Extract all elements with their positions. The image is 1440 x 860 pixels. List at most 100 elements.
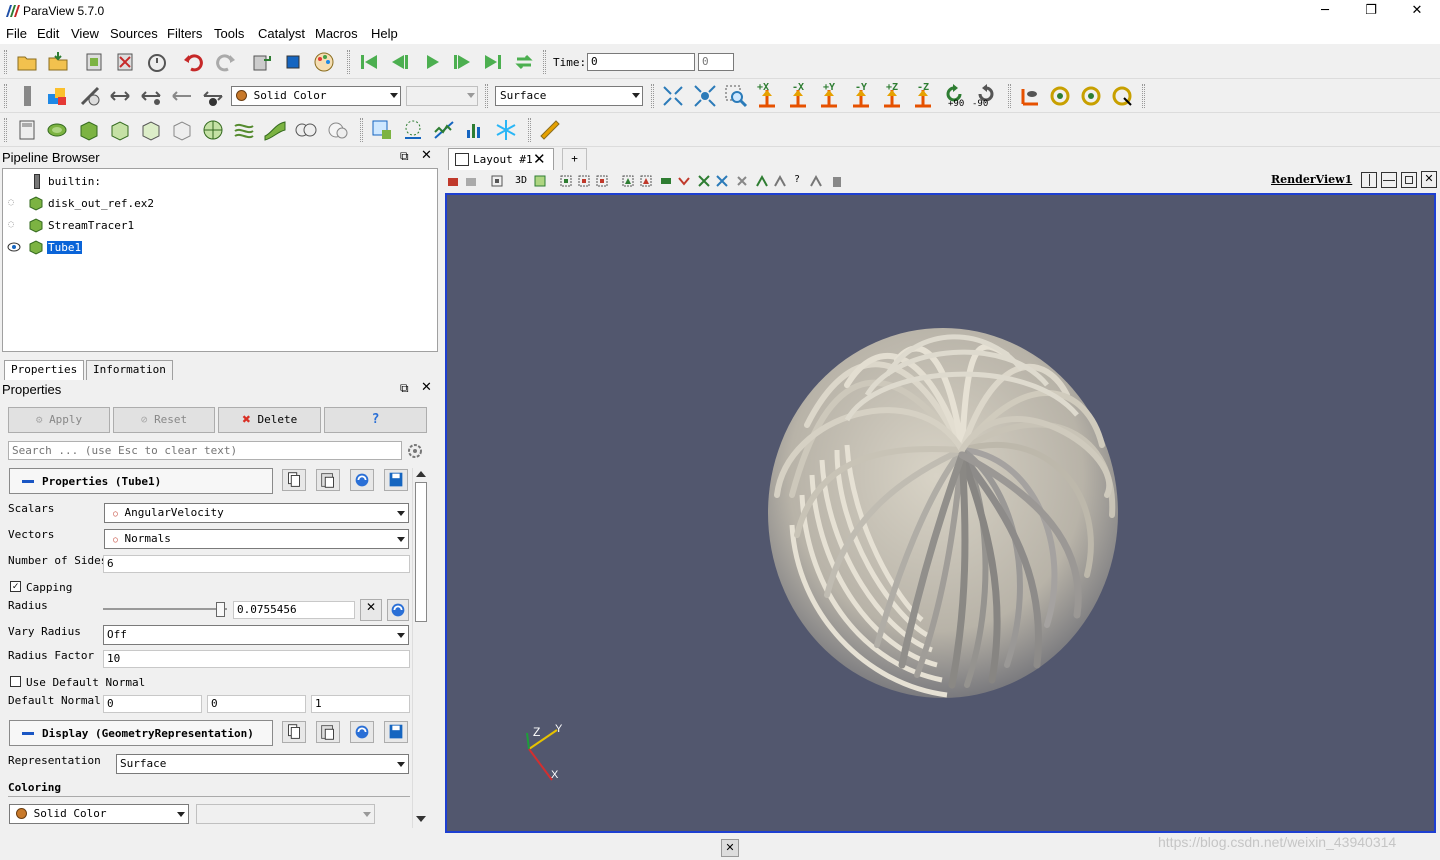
close-tab-icon[interactable]: ✕ [533, 150, 546, 168]
ice-filter-icon[interactable] [494, 118, 518, 142]
radius-scale-button[interactable]: ✕ [360, 599, 382, 621]
toolbar-grip[interactable] [1008, 84, 1011, 108]
toggle-color-legend-icon[interactable] [16, 84, 40, 108]
tab-properties[interactable]: Properties [4, 360, 85, 380]
radius-input[interactable]: 0.0755456 [233, 601, 355, 619]
paste-display-button[interactable] [316, 721, 340, 743]
grow-selection-icon[interactable] [697, 174, 711, 188]
play-icon[interactable] [420, 50, 444, 74]
scroll-down-icon[interactable] [416, 816, 426, 822]
toolbar-grip[interactable] [347, 50, 350, 74]
close-view-icon[interactable]: ✕ [1421, 171, 1437, 188]
capping-checkbox[interactable]: ✓ [10, 581, 21, 592]
add-layout-tab-button[interactable]: + [562, 148, 587, 170]
menu-file[interactable]: File [6, 26, 27, 41]
number-of-sides-input[interactable]: 6 [103, 555, 410, 573]
vectors-dropdown[interactable]: ○ Normals [104, 529, 409, 549]
coloring-dropdown[interactable]: Solid Color [231, 86, 401, 106]
display-section-header[interactable]: Display (GeometryRepresentation) [9, 720, 273, 746]
copy-properties-button[interactable] [282, 469, 306, 491]
use-default-normal-checkbox[interactable] [10, 676, 21, 687]
default-normal-z-input[interactable]: 1 [311, 695, 410, 713]
render-view-3d[interactable]: Z Y X [445, 193, 1436, 833]
reload-display-button[interactable] [350, 721, 374, 743]
undock-icon[interactable]: ⧉ [400, 381, 409, 396]
properties-search-input[interactable] [8, 441, 402, 460]
zoom-to-box-icon[interactable] [724, 84, 748, 108]
loop-icon[interactable] [512, 50, 536, 74]
radius-slider-handle[interactable] [216, 602, 225, 617]
group-datasets-icon[interactable] [294, 118, 318, 142]
save-defaults-button[interactable] [384, 469, 408, 491]
center-axes-visibility-icon[interactable] [1048, 84, 1072, 108]
color-palette-icon[interactable] [312, 50, 336, 74]
pipeline-item-streamtracer1[interactable]: ◌ StreamTracer1 [3, 216, 433, 236]
coloring-component-dropdown[interactable] [196, 804, 375, 824]
disconnect-server-icon[interactable] [113, 50, 137, 74]
toolbar-grip[interactable] [4, 84, 7, 108]
set-view-direction-plus-z-icon[interactable] [880, 88, 904, 108]
histogram-icon[interactable] [463, 118, 487, 142]
warp-by-vector-icon[interactable] [263, 118, 287, 142]
reload-defaults-button[interactable] [350, 469, 374, 491]
stream-tracer-icon[interactable] [232, 118, 256, 142]
toolbar-grip[interactable] [4, 118, 7, 142]
reset-camera-icon[interactable] [661, 84, 685, 108]
toggle-3d-button[interactable]: 3D [515, 175, 527, 186]
toolbar-grip[interactable] [528, 118, 531, 142]
toolbar-grip[interactable] [4, 50, 7, 74]
view-reset-icon[interactable] [490, 174, 504, 188]
select-blocks-icon[interactable] [621, 174, 635, 188]
extract-subset-icon[interactable] [170, 118, 194, 142]
camera-redo-icon[interactable] [281, 50, 305, 74]
scroll-up-icon[interactable] [416, 471, 426, 477]
radius-slider-track[interactable] [103, 608, 227, 610]
rescale-visible-icon[interactable] [139, 84, 163, 108]
contour-icon[interactable] [45, 118, 69, 142]
scalars-dropdown[interactable]: ○ AngularVelocity [104, 503, 409, 523]
interactive-select-icon[interactable] [639, 174, 653, 188]
set-view-direction-minus-x-icon[interactable] [786, 88, 810, 108]
tab-layout-1[interactable]: Layout #1 ✕ [448, 148, 554, 170]
capture-screenshot-icon[interactable] [447, 174, 461, 188]
undock-icon[interactable]: ⧉ [400, 149, 409, 164]
help-button[interactable]: ? [324, 407, 427, 433]
delete-button[interactable]: ✖ Delete [218, 407, 321, 433]
redo-icon[interactable] [213, 50, 237, 74]
radius-factor-input[interactable]: 10 [103, 650, 410, 668]
rescale-visible-range-icon[interactable] [201, 84, 225, 108]
time-step-spinbox[interactable]: 0 [698, 53, 734, 71]
minimize-button[interactable]: ─ [1302, 0, 1348, 22]
menu-macros[interactable]: Macros [315, 26, 358, 41]
view-camera-icon[interactable] [533, 174, 547, 188]
toolbar-grip[interactable] [543, 50, 546, 74]
calculator-icon[interactable] [15, 118, 39, 142]
component-dropdown[interactable] [406, 86, 478, 106]
rescale-temporal-icon[interactable] [170, 84, 194, 108]
set-view-direction-plus-x-icon[interactable] [755, 88, 779, 108]
select-points-on-icon[interactable] [401, 118, 425, 142]
maximize-view-icon[interactable] [1401, 172, 1417, 188]
eye-hidden-icon[interactable]: ◌ [8, 197, 14, 208]
save-display-button[interactable] [384, 721, 408, 743]
auto-apply-icon[interactable] [145, 50, 169, 74]
eye-hidden-icon[interactable]: ◌ [8, 219, 14, 230]
menu-catalyst[interactable]: Catalyst [258, 26, 305, 41]
representation-toolbar-dropdown[interactable]: Surface [495, 86, 643, 106]
camera-undo-icon[interactable] [250, 50, 274, 74]
pipeline-browser[interactable]: builtin: ◌ disk_out_ref.ex2 ◌ StreamTrac… [2, 168, 438, 352]
undo-icon[interactable] [182, 50, 206, 74]
hover-help-icon[interactable]: ? [794, 174, 800, 185]
menu-sources[interactable]: Sources [110, 26, 158, 41]
reset-center-icon[interactable] [1079, 84, 1103, 108]
set-view-direction-minus-y-icon[interactable] [849, 88, 873, 108]
rescale-custom-icon[interactable] [108, 84, 132, 108]
default-normal-y-input[interactable]: 0 [207, 695, 306, 713]
select-cells-on-icon[interactable] [370, 118, 394, 142]
pipeline-item-disk-out-ref[interactable]: ◌ disk_out_ref.ex2 [3, 194, 433, 214]
menu-view[interactable]: View [71, 26, 99, 41]
properties-scrollbar[interactable] [412, 468, 428, 828]
time-input[interactable]: 0 [587, 53, 695, 71]
status-close-button[interactable]: ✕ [721, 839, 739, 857]
paste-properties-button[interactable] [316, 469, 340, 491]
